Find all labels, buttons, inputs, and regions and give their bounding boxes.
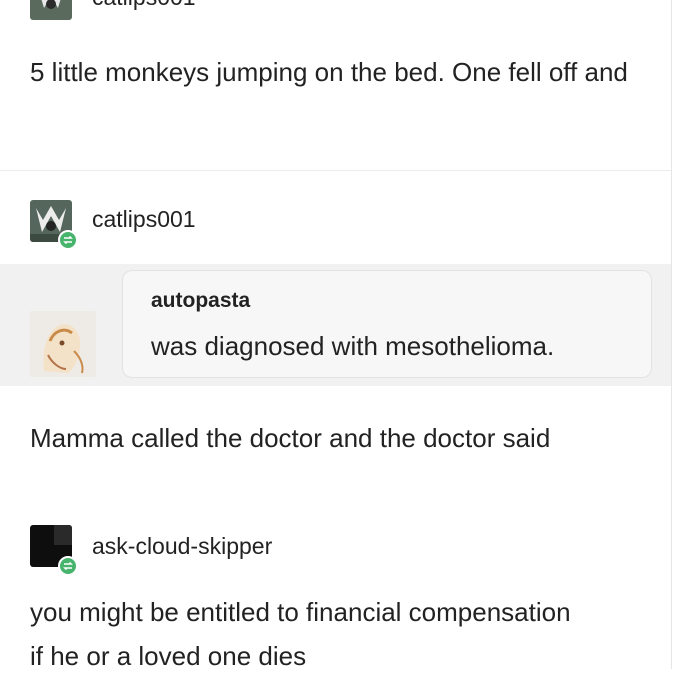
reblog-icon [58,230,78,250]
right-border [671,0,672,669]
divider [0,170,671,171]
ask-bubble: autopasta was diagnosed with mesotheliom… [122,270,652,378]
username-catlips001-top[interactable]: catlips001 [92,0,196,11]
tumblr-thread: catlips001 5 little monkeys jumping on t… [0,0,675,671]
ask-question: was diagnosed with mesothelioma. [151,331,555,361]
post-body-compensation: you might be entitled to financial compe… [30,597,571,671]
username-ask-cloud-skipper[interactable]: ask-cloud-skipper [92,533,272,560]
avatar-autopasta[interactable] [30,311,96,377]
reblog-icon [58,556,78,576]
answer-text: Mamma called the doctor and the doctor s… [30,423,551,453]
avatar-catlips001-top[interactable] [30,0,72,20]
post-body-monkeys: 5 little monkeys jumping on the bed. One… [30,57,628,87]
asker-name[interactable]: autopasta [151,289,250,313]
username-catlips001[interactable]: catlips001 [92,206,196,233]
